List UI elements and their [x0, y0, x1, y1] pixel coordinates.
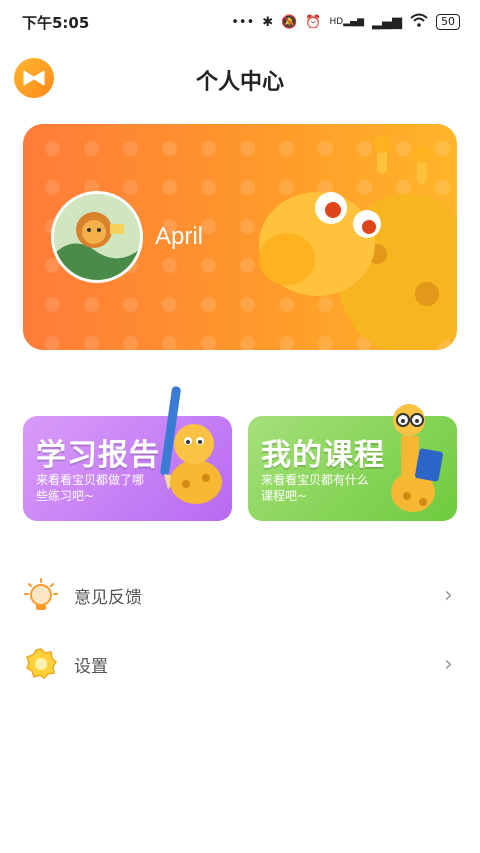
status-icons: ••• ✱ 🔕 ⏰ HD▂▄▆ ▂▄▆ 50: [231, 13, 460, 31]
giraffe-with-pencil-icon: [160, 386, 222, 504]
learning-report-tile[interactable]: 学习报告 来看看宝贝都做了哪些练习吧~: [23, 386, 232, 521]
menu-item-settings[interactable]: 设置 ›: [0, 637, 480, 691]
learning-report-title: 学习报告: [36, 438, 160, 473]
profile-card[interactable]: April: [23, 124, 457, 350]
battery-icon: 50: [436, 14, 460, 30]
giraffe-mascot-icon: [259, 135, 457, 350]
menu-label-feedback: 意见反馈: [74, 587, 142, 608]
menu-label-settings: 设置: [74, 656, 108, 677]
more-dots-icon: •••: [231, 14, 255, 30]
gear-icon: [26, 648, 57, 679]
signal-2-icon: ▂▄▆: [372, 14, 402, 30]
chevron-right-icon: ›: [444, 651, 453, 677]
bluetooth-icon: ✱: [262, 14, 274, 30]
learning-report-subtitle: 来看看宝贝都做了哪些练习吧~: [36, 473, 145, 503]
header: 个人中心: [0, 52, 480, 108]
my-courses-title: 我的课程: [261, 438, 385, 473]
alarm-icon: ⏰: [305, 14, 322, 30]
page-title: 个人中心: [195, 70, 284, 95]
status-time: 下午5:05: [22, 13, 90, 32]
giraffe-with-book-icon: [391, 404, 443, 512]
my-courses-tile[interactable]: 我的课程 来看看宝贝都有什么课程吧~: [248, 404, 457, 521]
status-bar: 下午5:05 ••• ✱ 🔕 ⏰ HD▂▄▆ ▂▄▆ 50: [0, 0, 480, 44]
lightbulb-icon: [24, 578, 58, 610]
mute-icon: 🔕: [281, 14, 298, 30]
avatar[interactable]: [51, 191, 143, 283]
wifi-icon: [410, 13, 428, 31]
menu-item-feedback[interactable]: 意见反馈 ›: [0, 568, 480, 622]
chevron-right-icon: ›: [444, 582, 453, 608]
my-courses-subtitle: 来看看宝贝都有什么课程吧~: [261, 473, 370, 503]
signal-icon: HD▂▄▆: [329, 17, 364, 27]
username: April: [155, 223, 204, 250]
